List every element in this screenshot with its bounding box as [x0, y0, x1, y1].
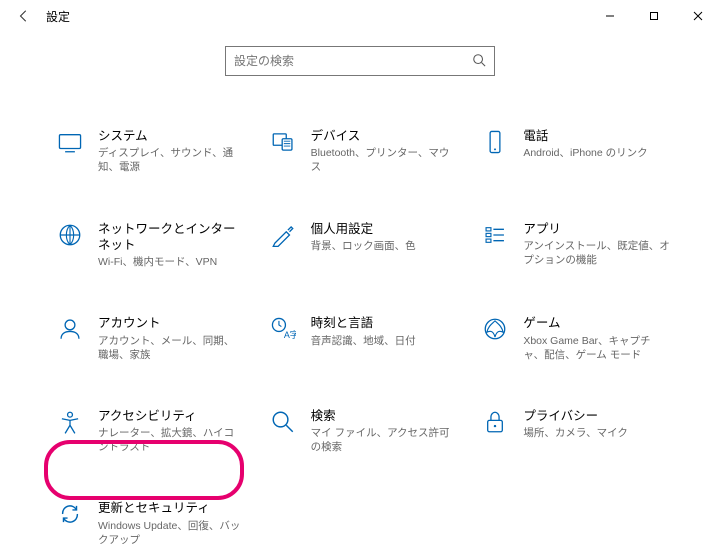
tile-title: 時刻と言語	[311, 315, 458, 331]
tile-title: 検索	[311, 408, 458, 424]
search-category-icon	[269, 408, 297, 436]
tile-desc: マイ ファイル、アクセス許可の検索	[311, 426, 458, 454]
tile-search[interactable]: 検索 マイ ファイル、アクセス許可の検索	[267, 404, 460, 459]
tile-title: アクセシビリティ	[98, 408, 245, 424]
tile-desc: 背景、ロック画面、色	[311, 239, 458, 253]
time-language-icon: A字	[269, 315, 297, 343]
search-icon	[472, 53, 486, 70]
update-icon	[56, 500, 84, 528]
tile-update-security[interactable]: 更新とセキュリティ Windows Update、回復、バックアップ	[54, 496, 247, 551]
tile-desc: ナレーター、拡大鏡、ハイコントラスト	[98, 426, 245, 454]
tile-accounts[interactable]: アカウント アカウント、メール、同期、職場、家族	[54, 311, 247, 366]
tile-desc: 音声認識、地域、日付	[311, 334, 458, 348]
svg-text:A字: A字	[283, 329, 295, 340]
tile-desc: Xbox Game Bar、キャプチャ、配信、ゲーム モード	[523, 334, 670, 362]
tile-gaming[interactable]: ゲーム Xbox Game Bar、キャプチャ、配信、ゲーム モード	[479, 311, 672, 366]
devices-icon	[269, 128, 297, 156]
minimize-button[interactable]	[588, 0, 632, 32]
tile-phone[interactable]: 電話 Android、iPhone のリンク	[479, 124, 672, 179]
network-icon	[56, 221, 84, 249]
tile-desc: アンインストール、既定値、オプションの機能	[523, 239, 670, 267]
maximize-button[interactable]	[632, 0, 676, 32]
tile-title: 個人用設定	[311, 221, 458, 237]
tile-desc: 場所、カメラ、マイク	[523, 426, 670, 440]
tile-title: 更新とセキュリティ	[98, 500, 245, 516]
phone-icon	[481, 128, 509, 156]
tile-network[interactable]: ネットワークとインターネット Wi-Fi、機内モード、VPN	[54, 217, 247, 274]
tile-title: ゲーム	[523, 315, 670, 331]
tile-title: ネットワークとインターネット	[98, 221, 245, 254]
tile-privacy[interactable]: プライバシー 場所、カメラ、マイク	[479, 404, 672, 459]
accessibility-icon	[56, 408, 84, 436]
tile-title: システム	[98, 128, 245, 144]
gaming-icon	[481, 315, 509, 343]
tile-system[interactable]: システム ディスプレイ、サウンド、通知、電源	[54, 124, 247, 179]
tile-desc: Windows Update、回復、バックアップ	[98, 519, 245, 547]
tile-devices[interactable]: デバイス Bluetooth、プリンター、マウス	[267, 124, 460, 179]
settings-grid: システム ディスプレイ、サウンド、通知、電源 デバイス Bluetooth、プリ…	[0, 76, 720, 551]
tile-personalization[interactable]: 個人用設定 背景、ロック画面、色	[267, 217, 460, 274]
window-title: 設定	[46, 8, 70, 25]
system-icon	[56, 128, 84, 156]
tile-title: アプリ	[523, 221, 670, 237]
apps-icon	[481, 221, 509, 249]
tile-time-language[interactable]: A字 時刻と言語 音声認識、地域、日付	[267, 311, 460, 366]
tile-title: アカウント	[98, 315, 245, 331]
tile-desc: Android、iPhone のリンク	[523, 146, 670, 160]
titlebar: 設定	[0, 0, 720, 32]
tile-desc: ディスプレイ、サウンド、通知、電源	[98, 146, 245, 174]
close-button[interactable]	[676, 0, 720, 32]
privacy-icon	[481, 408, 509, 436]
search-container	[0, 46, 720, 76]
tile-title: プライバシー	[523, 408, 670, 424]
search-box[interactable]	[225, 46, 495, 76]
tile-title: デバイス	[311, 128, 458, 144]
personalization-icon	[269, 221, 297, 249]
tile-desc: Wi-Fi、機内モード、VPN	[98, 255, 245, 269]
window-controls	[588, 0, 720, 32]
tile-apps[interactable]: アプリ アンインストール、既定値、オプションの機能	[479, 217, 672, 274]
back-button[interactable]	[8, 0, 40, 32]
tile-desc: アカウント、メール、同期、職場、家族	[98, 334, 245, 362]
search-input[interactable]	[234, 54, 472, 68]
tile-desc: Bluetooth、プリンター、マウス	[311, 146, 458, 174]
tile-accessibility[interactable]: アクセシビリティ ナレーター、拡大鏡、ハイコントラスト	[54, 404, 247, 459]
tile-title: 電話	[523, 128, 670, 144]
accounts-icon	[56, 315, 84, 343]
